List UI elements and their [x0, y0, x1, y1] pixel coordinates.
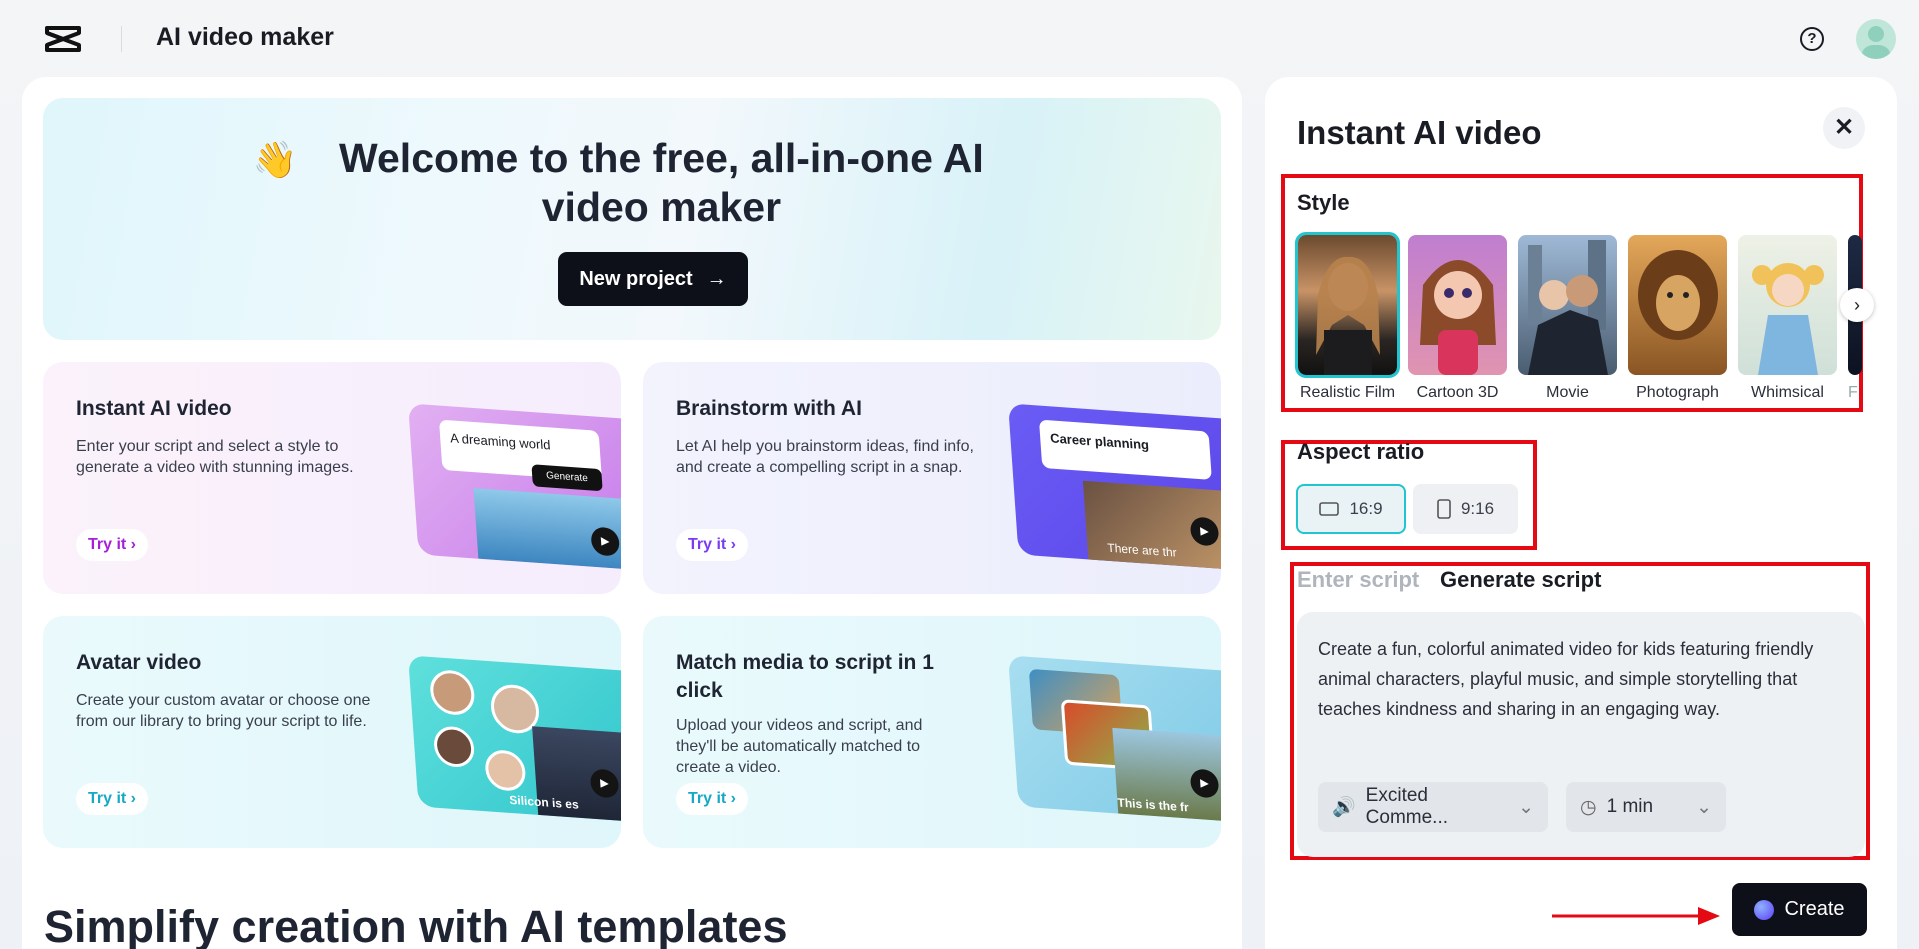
card-thumbnail: Silicon is es ▶ — [408, 655, 621, 823]
create-label: Create — [1784, 898, 1845, 920]
card-thumbnail: A dreaming world Generate ▶ — [408, 403, 621, 571]
card-thumbnail: This is the fr ▶ — [1008, 655, 1221, 823]
arrow-right-icon: → — [706, 267, 727, 290]
waving-hand-icon: 👋 — [252, 139, 298, 180]
card-thumbnail: Career planning There are thr ▶ — [1008, 403, 1221, 571]
style-label: Style — [1297, 190, 1350, 215]
aspect-ratio-label: Aspect ratio — [1297, 439, 1425, 464]
style-name: F — [1848, 384, 1858, 401]
card-instant-ai-video[interactable]: Instant AI video Enter your script and s… — [43, 362, 621, 594]
help-circle-icon[interactable]: ? — [1800, 27, 1824, 51]
card-description: Let AI help you brainstorm ideas, find i… — [676, 438, 974, 476]
aspect-label: 16:9 — [1349, 499, 1383, 518]
top-bar: AI video maker ? — [0, 0, 1919, 78]
thumb-text: Career planning — [1038, 419, 1212, 480]
tab-generate-script[interactable]: Generate script — [1440, 567, 1601, 593]
try-it-button[interactable]: Try it › — [76, 529, 149, 561]
try-it-button[interactable]: Try it › — [76, 783, 149, 815]
style-name: Photograph — [1636, 384, 1719, 401]
card-title: Instant AI video — [76, 397, 232, 420]
new-project-button[interactable]: New project → — [558, 252, 748, 306]
aspect-9-16-button[interactable]: 9:16 — [1413, 484, 1518, 534]
try-it-button[interactable]: Try it › — [676, 783, 749, 815]
aspect-label: 9:16 — [1460, 499, 1495, 518]
card-brainstorm[interactable]: Brainstorm with AI Let AI help you brain… — [643, 362, 1221, 594]
panel-title: Instant AI video — [1297, 114, 1542, 151]
card-title: Avatar video — [76, 651, 202, 674]
voice-select[interactable]: 🔊 Excited Comme... ⌄ — [1318, 782, 1548, 832]
capcut-logo-icon[interactable] — [44, 24, 82, 54]
voice-label: Excited Comme... — [1365, 785, 1449, 828]
try-it-button[interactable]: Try it › — [676, 529, 749, 561]
section-title: Simplify creation with AI templates — [44, 901, 788, 949]
create-icon — [1754, 899, 1775, 920]
chevron-down-icon: ⌄ — [1696, 796, 1712, 818]
thumb-generate: Generate — [531, 464, 603, 492]
close-icon[interactable]: ✕ — [1823, 107, 1865, 149]
voice-icon: 🔊 — [1332, 797, 1356, 818]
script-text[interactable]: Create a fun, colorful animated video fo… — [1318, 634, 1838, 724]
style-whimsical[interactable]: Whimsical — [1738, 235, 1837, 402]
style-name: Cartoon 3D — [1416, 384, 1499, 401]
clock-icon: ◷ — [1580, 796, 1597, 818]
user-avatar-icon[interactable] — [1856, 19, 1896, 59]
style-movie[interactable]: Movie — [1518, 235, 1617, 402]
duration-label: 1 min — [1606, 796, 1654, 817]
duration-select[interactable]: ◷ 1 min ⌄ — [1566, 782, 1726, 832]
style-photograph[interactable]: Photograph — [1628, 235, 1727, 402]
card-description: Enter your script and select a style to … — [76, 438, 354, 476]
style-name: Whimsical — [1751, 384, 1824, 401]
instant-ai-video-panel: Instant AI video ✕ Style Realistic Film … — [1265, 77, 1897, 949]
divider — [121, 26, 122, 52]
landscape-icon — [1319, 502, 1340, 516]
style-name: Movie — [1546, 384, 1589, 401]
annotation-arrow — [1552, 907, 1720, 925]
hero-banner: 👋 Welcome to the free, all-in-one AI vide… — [43, 98, 1221, 340]
new-project-label: New project — [579, 267, 693, 290]
card-avatar-video[interactable]: Avatar video Create your custom avatar o… — [43, 616, 621, 848]
portrait-icon — [1437, 499, 1451, 519]
style-name: Realistic Film — [1299, 384, 1396, 401]
app-title: AI video maker — [156, 23, 334, 51]
chevron-down-icon: ⌄ — [1518, 796, 1534, 818]
tab-enter-script[interactable]: Enter script — [1297, 567, 1419, 593]
card-title: Match media to script in 1 click — [676, 651, 934, 702]
hero-title: 👋 Welcome to the free, all-in-one AI vide… — [43, 134, 1221, 232]
card-title: Brainstorm with AI — [676, 397, 862, 420]
create-button[interactable]: Create — [1732, 883, 1867, 936]
card-description: Create your custom avatar or choose one … — [76, 692, 371, 730]
main-content: 👋 Welcome to the free, all-in-one AI vide… — [22, 77, 1242, 949]
card-match-media[interactable]: Match media to script in 1 click Upload … — [643, 616, 1221, 848]
hero-title-text: Welcome to the free, all-in-one AI video… — [339, 135, 984, 230]
chevron-right-icon[interactable]: › — [1840, 288, 1874, 322]
style-realistic-film[interactable]: Realistic Film — [1295, 232, 1400, 402]
style-cartoon-3d[interactable]: Cartoon 3D — [1408, 235, 1507, 402]
aspect-16-9-button[interactable]: 16:9 — [1296, 484, 1406, 534]
card-description: Upload your videos and script, and they'… — [676, 717, 923, 776]
